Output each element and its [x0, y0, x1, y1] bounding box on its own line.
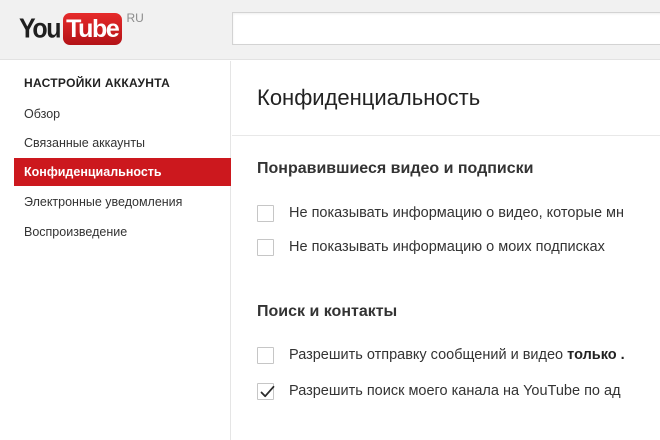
hide-subscriptions-checkbox[interactable]: [257, 238, 274, 256]
youtube-logo[interactable]: You Tube RU: [19, 11, 144, 45]
masthead: You Tube RU: [0, 0, 660, 60]
hide-liked-videos-checkbox[interactable]: [257, 204, 274, 222]
title-divider: [232, 135, 660, 136]
option-hide-liked-videos: Не показывать информацию о видео, которы…: [257, 202, 624, 224]
option-label-text: Разрешить отправку сообщений и видео: [289, 347, 568, 363]
check-icon: [260, 385, 275, 397]
search-input[interactable]: [232, 12, 660, 45]
option-label: Не показывать информацию о моих подписка…: [289, 239, 605, 255]
logo-region-label: RU: [126, 11, 144, 25]
option-allow-channel-search: Разрешить поиск моего канала на YouTube …: [257, 380, 621, 402]
sidebar-heading: НАСТРОЙКИ АККАУНТА: [24, 76, 171, 90]
option-hide-subscriptions: Не показывать информацию о моих подписка…: [257, 236, 605, 258]
settings-main: Конфиденциальность Понравившиеся видео и…: [232, 61, 660, 440]
logo-you-text: You: [19, 12, 62, 45]
sidebar-item-linked-accounts[interactable]: Связанные аккаунты: [14, 129, 231, 157]
option-label: Не показывать информацию о видео, которы…: [289, 205, 625, 221]
sidebar-item-privacy[interactable]: Конфиденциальность: [14, 158, 231, 186]
option-label-bold: только .: [567, 347, 625, 363]
section-title-likes-subscriptions: Понравившиеся видео и подписки: [257, 160, 534, 177]
section-title-search-contacts: Поиск и контакты: [257, 303, 398, 320]
sidebar-item-email-notifications[interactable]: Электронные уведомления: [14, 188, 231, 216]
option-allow-messages: Разрешить отправку сообщений и видео тол…: [257, 344, 625, 366]
option-label: Разрешить поиск моего канала на YouTube …: [289, 383, 621, 399]
sidebar-item-playback[interactable]: Воспроизведение: [14, 218, 231, 246]
option-label: Разрешить отправку сообщений и видео тол…: [289, 347, 625, 363]
page-title: Конфиденциальность: [257, 85, 481, 110]
allow-messages-checkbox[interactable]: [257, 346, 274, 364]
sidebar-item-overview[interactable]: Обзор: [14, 100, 231, 128]
logo-tube-text: Tube: [63, 13, 123, 45]
settings-sidebar: НАСТРОЙКИ АККАУНТА Обзор Связанные аккау…: [0, 61, 231, 440]
allow-channel-search-checkbox[interactable]: [257, 382, 275, 400]
